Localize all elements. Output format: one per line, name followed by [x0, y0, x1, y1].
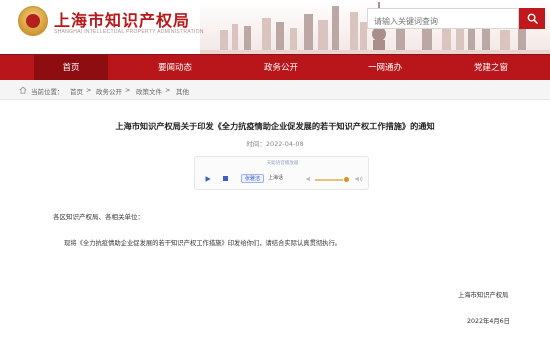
volume-high-icon[interactable]	[355, 176, 363, 182]
nav-item-online-services[interactable]: 一网通办	[350, 55, 420, 81]
stop-icon[interactable]	[223, 176, 228, 181]
breadcrumb: 当前位置： 首页 > 政务公开 > 政策文件 > 其他	[0, 80, 550, 100]
site-subtitle: SHANGHAI INTELLECTUAL PROPERTY ADMINISTR…	[54, 29, 204, 35]
nav-item-government-affairs[interactable]: 政务公开	[246, 55, 316, 81]
breadcrumb-item-other[interactable]: 其他	[176, 86, 189, 96]
volume-low-icon[interactable]	[306, 176, 312, 182]
audio-player: 天聪语音播放器 张雅洁 上海话	[194, 156, 369, 190]
search-button[interactable]	[519, 8, 545, 29]
article-date: 时间：2022-04-08	[0, 138, 550, 148]
volume-slider-handle[interactable]	[344, 177, 349, 182]
volume-slider[interactable]	[315, 179, 343, 181]
home-icon	[19, 86, 27, 94]
article-signature: 上海市知识产权局	[458, 292, 509, 299]
breadcrumb-item-policy-documents[interactable]: 政策文件	[136, 86, 162, 96]
play-icon[interactable]	[205, 176, 211, 182]
site-title[interactable]: 上海市知识产权局	[54, 7, 190, 31]
breadcrumb-item-home[interactable]: 首页	[70, 86, 83, 96]
search-icon	[527, 13, 538, 24]
article-signature-date: 2022年4月6日	[467, 318, 510, 325]
breadcrumb-separator: >	[165, 86, 171, 94]
breadcrumb-item-government-affairs[interactable]: 政务公开	[96, 86, 122, 96]
article-body: 现将《全力抗疫情助企业促发展的若干知识产权工作措施》印发给你们，请结合实际认真贯…	[64, 240, 342, 247]
search-input[interactable]	[367, 8, 519, 29]
date-value: 2022-04-08	[265, 140, 304, 148]
site-header: 上海市知识产权局 SHANGHAI INTELLECTUAL PROPERTY …	[0, 0, 550, 54]
breadcrumb-prefix: 当前位置：	[31, 88, 64, 96]
voice-option-selected[interactable]: 张雅洁	[241, 174, 265, 183]
nav-item-news[interactable]: 要闻动态	[140, 55, 210, 81]
article-title: 上海市知识产权局关于印发《全力抗疫情助企业促发展的若干知识产权工作措施》的通知	[115, 121, 435, 131]
nav-item-home[interactable]: 首页	[34, 55, 108, 81]
player-label: 天聪语音播放器	[266, 161, 299, 166]
breadcrumb-separator: >	[86, 86, 92, 94]
logo-emblem[interactable]	[18, 6, 48, 36]
main-nav: 首页 要闻动态 政务公开 一网通办 党建之窗	[0, 54, 550, 81]
nav-item-party-building[interactable]: 党建之窗	[456, 55, 526, 81]
breadcrumb-separator: >	[125, 86, 131, 94]
voice-option-shanghainese[interactable]: 上海话	[265, 174, 286, 183]
date-label: 时间：	[246, 140, 266, 148]
article-salutation: 各区知识产权局、各相关单位：	[53, 213, 144, 221]
